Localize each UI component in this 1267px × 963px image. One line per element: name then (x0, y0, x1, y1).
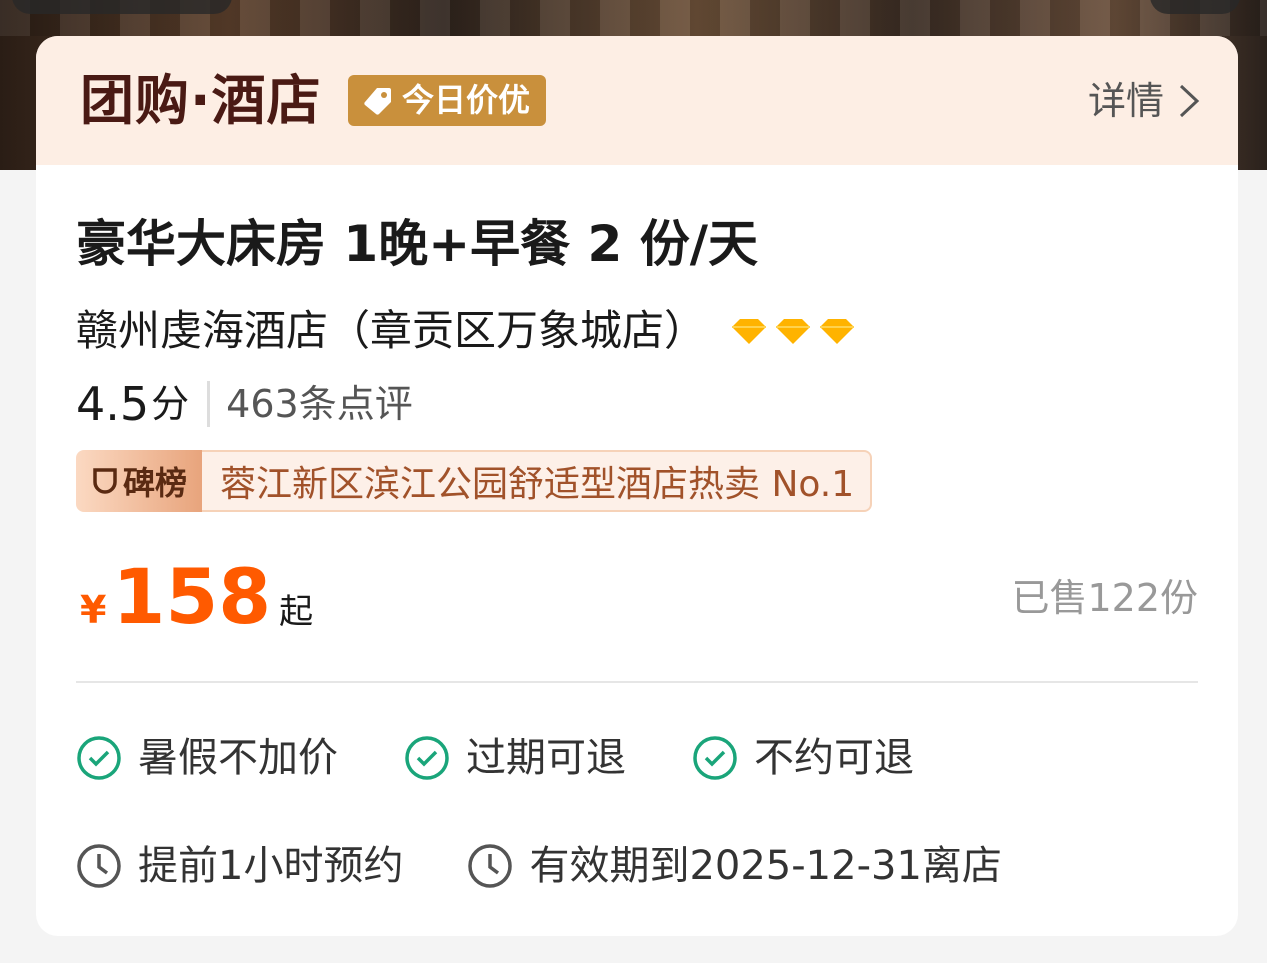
rating-score-unit: 分 (151, 382, 190, 426)
feature-label: 过期可退 (466, 735, 626, 781)
check-circle-icon (77, 736, 121, 780)
clock-icon (77, 844, 121, 888)
review-count: 463条点评 (226, 382, 413, 426)
price-value: 158 (112, 552, 272, 641)
detail-link[interactable]: 详情 (1088, 76, 1200, 126)
page: 团购·酒店 今日价优 详情 豪华大床房 1晚+早餐 2 份/天 赣州虔海酒店（章… (0, 0, 1267, 963)
group-deal-card[interactable]: 团购·酒店 今日价优 详情 豪华大床房 1晚+早餐 2 份/天 赣州虔海酒店（章… (36, 36, 1238, 936)
sold-count: 已售122份 (1011, 576, 1198, 620)
room-title[interactable]: 豪华大床房 1晚+早餐 2 份/天 (76, 212, 758, 276)
diamond-icon (820, 319, 855, 344)
info-list: 提前1小时预约 有效期到2025-12-31离店 (76, 838, 1002, 894)
rating-divider (207, 381, 211, 427)
info-item: 有效期到2025-12-31离店 (467, 838, 1002, 894)
card-header: 团购·酒店 今日价优 详情 (36, 36, 1238, 165)
feature-item: 暑假不加价 (76, 730, 338, 786)
diamond-rating (730, 317, 856, 345)
price: ¥ 158 起 (80, 552, 313, 642)
info-label: 有效期到2025-12-31离店 (529, 843, 1002, 889)
price-currency: ¥ (80, 588, 107, 632)
feature-item: 不约可退 (692, 730, 914, 786)
check-circle-icon (405, 736, 449, 780)
deal-badge-label: 今日价优 (402, 81, 531, 119)
feature-list: 暑假不加价 过期可退 不约可退 (76, 730, 914, 786)
feature-label: 不约可退 (754, 735, 914, 781)
feature-item: 过期可退 (404, 730, 626, 786)
top-right-control[interactable] (1150, 0, 1240, 14)
top-left-control[interactable] (12, 0, 232, 14)
info-item: 提前1小时预约 (76, 838, 403, 894)
hotel-row[interactable]: 赣州虔海酒店（章贡区万象城店） (76, 302, 856, 360)
hotel-name: 赣州虔海酒店（章贡区万象城店） (76, 306, 707, 355)
check-circle-icon (693, 736, 737, 780)
chevron-right-icon (1179, 84, 1200, 118)
shield-icon (93, 468, 117, 494)
detail-link-label: 详情 (1087, 79, 1164, 123)
info-label: 提前1小时预约 (138, 843, 404, 889)
ranking-text-box: 蓉江新区滨江公园舒适型酒店热卖 No.1 (202, 450, 873, 512)
rating-row[interactable]: 4.5 分 463条点评 (76, 376, 413, 432)
rating-score: 4.5 (76, 377, 150, 431)
divider (76, 681, 1198, 683)
diamond-icon (732, 319, 767, 344)
deal-badge: 今日价优 (348, 75, 547, 126)
price-suffix: 起 (279, 592, 314, 632)
tag-icon (364, 87, 391, 115)
feature-label: 暑假不加价 (138, 735, 338, 781)
ranking-badge[interactable]: 碑榜 蓉江新区滨江公园舒适型酒店热卖 No.1 (76, 450, 873, 512)
ranking-tag: 碑榜 (76, 450, 202, 512)
ranking-tag-label: 碑榜 (122, 464, 187, 502)
diamond-icon (776, 319, 811, 344)
clock-icon (468, 844, 513, 888)
brand-title: 团购·酒店 (80, 69, 322, 132)
ranking-text: 蓉江新区滨江公园舒适型酒店热卖 No.1 (220, 464, 855, 505)
